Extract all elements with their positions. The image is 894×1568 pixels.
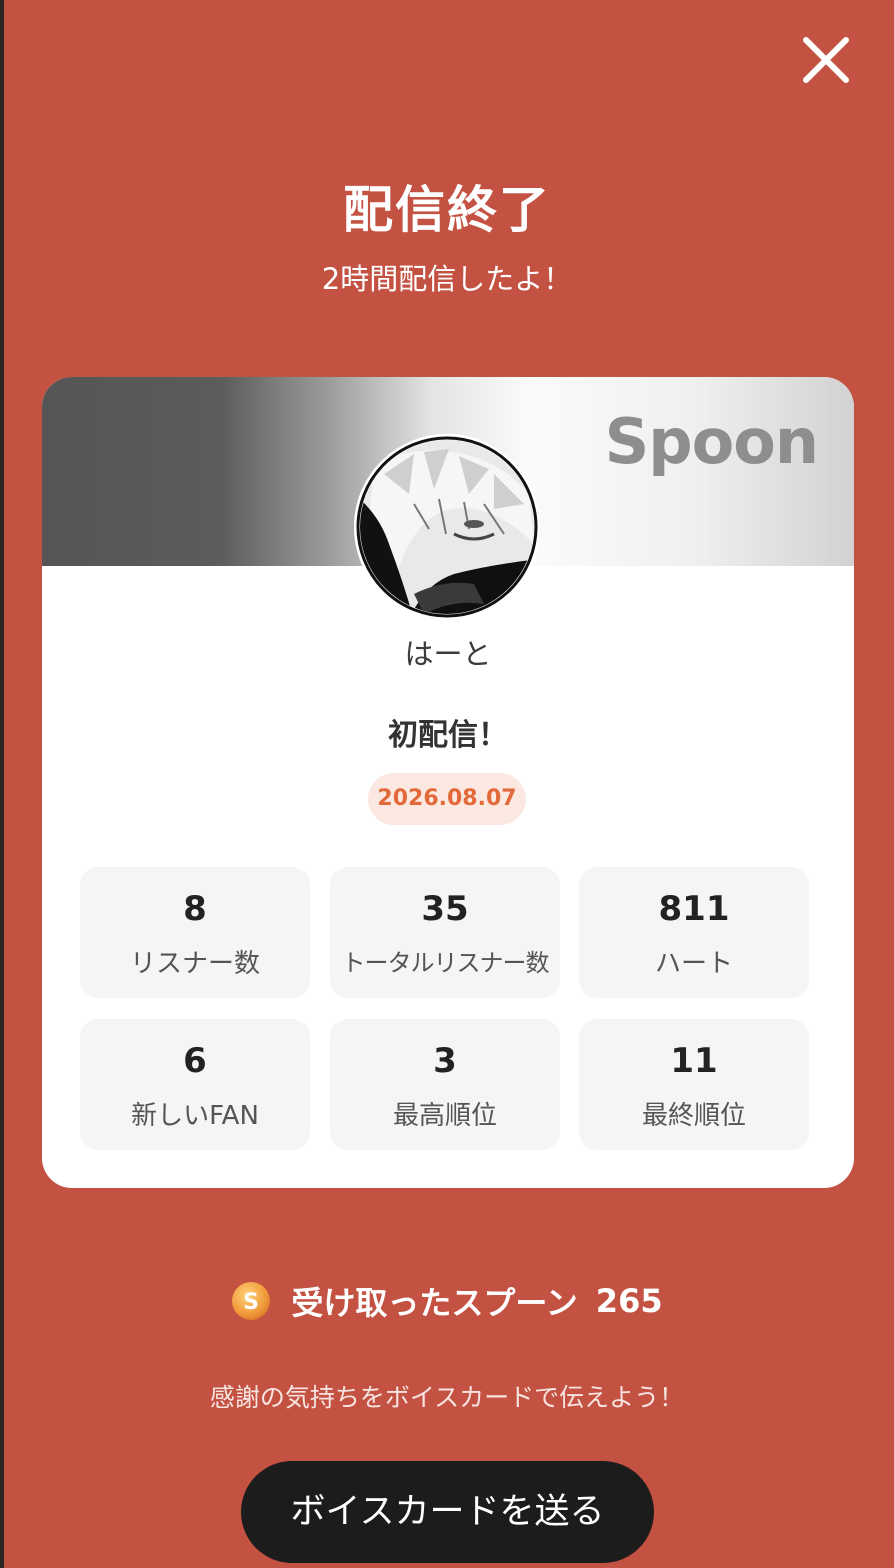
close-icon	[803, 37, 849, 83]
page-title: 配信終了	[343, 181, 551, 239]
send-voice-card-button[interactable]: ボイスカードを送る	[241, 1461, 654, 1563]
received-spoons: S 受け取ったスプーン 265	[0, 1278, 894, 1324]
broadcast-summary-card: Spoon はーと 初配信！ 2026.08.07 8 リスナー数 35 トータ…	[42, 377, 854, 1188]
stat-label: リスナー数	[129, 949, 260, 979]
stat-label: トータルリスナー数	[341, 949, 550, 977]
spoon-coin-icon: S	[232, 1282, 271, 1320]
stat-highest-rank: 3 最高順位	[330, 1019, 560, 1150]
stat-hearts: 811 ハート	[579, 867, 809, 998]
coin-letter: S	[243, 1290, 259, 1315]
stat-label: 新しいFAN	[131, 1101, 259, 1131]
stat-final-rank: 11 最終順位	[579, 1019, 809, 1150]
thanks-message: 感謝の気持ちをボイスカードで伝えよう！	[209, 1383, 685, 1412]
stat-value: 11	[670, 1041, 718, 1081]
spoons-label: 受け取ったスプーン	[291, 1284, 578, 1322]
stat-value: 811	[658, 889, 730, 929]
stat-label: 最高順位	[392, 1101, 497, 1131]
page-subtitle: 2時間配信したよ！	[321, 262, 573, 296]
stream-title: 初配信！	[388, 718, 508, 753]
stat-label: 最終順位	[641, 1101, 746, 1131]
stat-label: ハート	[654, 949, 733, 979]
avatar[interactable]	[354, 434, 540, 620]
stat-value: 3	[433, 1041, 457, 1081]
close-button[interactable]	[796, 30, 856, 90]
stat-value: 35	[421, 889, 469, 929]
spoons-count: 265	[595, 1282, 663, 1320]
date-badge: 2026.08.07	[368, 773, 526, 825]
spoon-logo: Spoon	[604, 405, 819, 478]
username: はーと	[404, 637, 492, 671]
stat-total-listeners: 35 トータルリスナー数	[330, 867, 560, 998]
stat-value: 8	[183, 889, 207, 929]
stat-value: 6	[183, 1041, 207, 1081]
stat-new-fans: 6 新しいFAN	[80, 1019, 310, 1150]
stat-listeners: 8 リスナー数	[80, 867, 310, 998]
